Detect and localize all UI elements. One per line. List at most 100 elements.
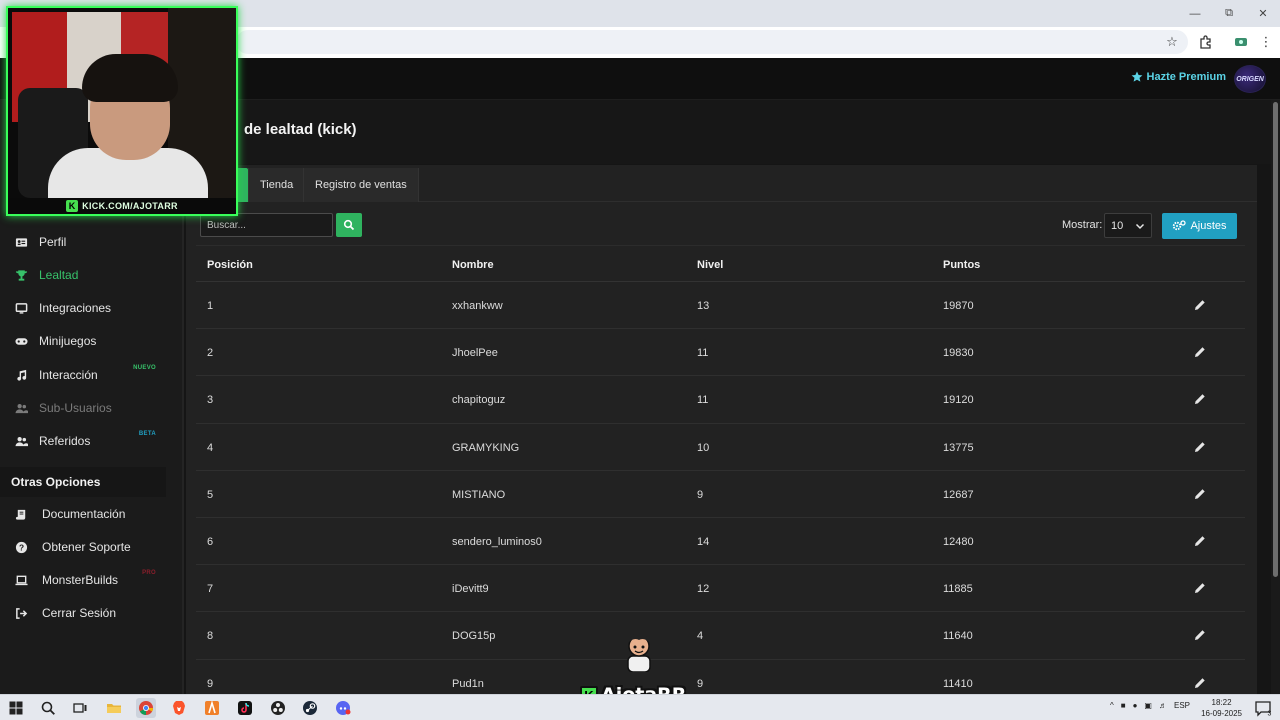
sidebar-item-referidos[interactable]: Referidos BETA [0,427,184,455]
discord-icon[interactable] [333,698,353,718]
app-icon[interactable] [202,698,222,718]
windows-taskbar: ^ ■ ● ▣ ♬ ESP 18:22 16-09-2025 3 [0,694,1280,720]
cell-level: 9 [697,677,704,690]
kick-url: KICK.COM/AJOTARR [82,201,178,211]
new-badge: NUEVO [133,365,156,371]
avatar[interactable]: ORIGEN [1234,65,1266,93]
search-button[interactable] [336,213,362,237]
sidebar-item-minijuegos[interactable]: Minijuegos [0,327,184,355]
column-header-name[interactable]: Nombre [452,259,494,271]
tiktok-icon[interactable] [235,698,255,718]
tab-tienda[interactable]: Tienda [248,168,306,202]
windows-start-icon[interactable] [6,698,26,718]
sidebar-item-cerrar-sesion[interactable]: Cerrar Sesión [0,599,184,627]
chrome-icon[interactable] [136,698,156,718]
minimize-icon[interactable]: — [1178,0,1212,27]
clock[interactable]: 18:22 16-09-2025 [1201,697,1242,719]
table-row: 2 JhoelPee 11 19830 [196,329,1245,377]
sidebar-item-label: Interacción [39,368,98,382]
avatar-text: ORIGEN [1236,75,1264,83]
page-scrollbar[interactable] [1271,100,1280,694]
cell-name: DOG15p [452,630,496,643]
speaker-icon[interactable]: ♬ [1159,701,1167,710]
sidebar-item-soporte[interactable]: ? Obtener Soporte [0,533,184,561]
table-row: 4 GRAMYKING 10 13775 [196,424,1245,471]
chevron-down-icon [1135,221,1145,234]
close-icon[interactable]: ✕ [1246,0,1280,27]
cell-points: 19120 [943,394,974,407]
scrollbar-thumb[interactable] [1273,102,1278,577]
network-icon[interactable]: ▣ [1144,701,1152,710]
premium-link[interactable]: Hazte Premium [1131,71,1226,83]
search-icon[interactable] [38,698,58,718]
edit-pencil-icon[interactable] [1194,581,1208,595]
premium-label: Hazte Premium [1146,71,1226,83]
star-icon [1131,71,1142,82]
task-view-icon[interactable] [70,698,90,718]
settings-button[interactable]: Ajustes [1162,213,1237,239]
cell-name: Pud1n [452,677,484,690]
notification-icon[interactable]: 3 [1254,699,1272,718]
cell-level: 12 [697,583,710,596]
column-header-level[interactable]: Nivel [697,259,723,271]
id-card-icon [13,234,29,250]
language-indicator[interactable]: ESP [1174,701,1190,710]
cell-position: 6 [207,535,214,548]
cell-points: 19830 [943,347,974,360]
system-tray: ^ ■ ● ▣ ♬ ESP [1110,701,1190,710]
column-header-points[interactable]: Puntos [943,259,980,271]
edit-pencil-icon[interactable] [1194,628,1208,642]
cell-position: 4 [207,441,214,454]
maximize-icon[interactable]: ⧉ [1212,0,1246,27]
edit-pencil-icon[interactable] [1194,298,1208,312]
search-input[interactable] [200,213,333,237]
table-row: 7 iDevitt9 12 11885 [196,565,1245,613]
streamer-hair [82,54,178,102]
sidebar-item-interaccion[interactable]: Interacción NUEVO [0,361,184,389]
sidebar-item-label: Documentación [42,507,126,521]
sidebar-item-perfil[interactable]: Perfil [0,228,184,256]
profile-icon[interactable] [1232,33,1250,51]
edit-pencil-icon[interactable] [1194,440,1208,454]
sidebar-item-lealtad[interactable]: Lealtad [0,261,184,289]
cell-level: 14 [697,535,710,548]
question-icon: ? [13,539,29,555]
users-icon [13,400,29,416]
table-row: 5 MISTIANO 9 12687 [196,471,1245,518]
cell-name: chapitoguz [452,394,506,407]
cell-name: MISTIANO [452,488,506,501]
sidebar-item-sub-usuarios[interactable]: Sub-Usuarios [0,394,184,422]
edit-pencil-icon[interactable] [1194,676,1208,690]
loyalty-table: Posición Nombre Nivel Puntos 1 xxhankww 13… [196,245,1245,707]
obs-icon[interactable] [268,698,288,718]
microphone-icon[interactable]: ● [1133,701,1138,710]
monitor-icon [13,300,29,316]
bookmark-star-icon[interactable]: ☆ [1163,33,1181,51]
address-bar[interactable] [236,30,1188,54]
gamepad-icon [13,333,29,349]
sidebar-item-label: Integraciones [39,301,112,315]
tab-registro-ventas[interactable]: Registro de ventas [303,168,419,202]
edit-pencil-icon[interactable] [1194,392,1208,406]
sidebar-item-monsterbuilds[interactable]: MonsterBuilds PRO [0,566,184,594]
file-explorer-icon[interactable] [104,698,124,718]
edit-pencil-icon[interactable] [1194,487,1208,501]
sidebar-item-label: Lealtad [39,268,79,282]
steam-icon[interactable] [300,698,320,718]
chevron-up-icon[interactable]: ^ [1110,701,1114,710]
gears-icon [1173,220,1187,231]
extensions-icon[interactable] [1197,33,1215,51]
browser-menu-icon[interactable]: ⋮ [1257,33,1275,51]
page-title: de lealtad (kick) [244,121,357,138]
column-header-position[interactable]: Posición [207,259,253,271]
edit-pencil-icon[interactable] [1194,345,1208,359]
tab-active-indicator[interactable] [238,168,248,202]
sidebar-item-integraciones[interactable]: Integraciones [0,294,184,322]
sidebar-item-documentacion[interactable]: Documentación [0,500,184,528]
brave-icon[interactable] [169,698,189,718]
shield-icon[interactable]: ■ [1121,701,1126,710]
edit-pencil-icon[interactable] [1194,534,1208,548]
kick-logo-icon: K [66,200,79,212]
show-entries-select[interactable]: 10 [1104,213,1152,238]
loyalty-card: Tienda Registro de ventas Mostrar: 10 Aj… [186,165,1257,707]
